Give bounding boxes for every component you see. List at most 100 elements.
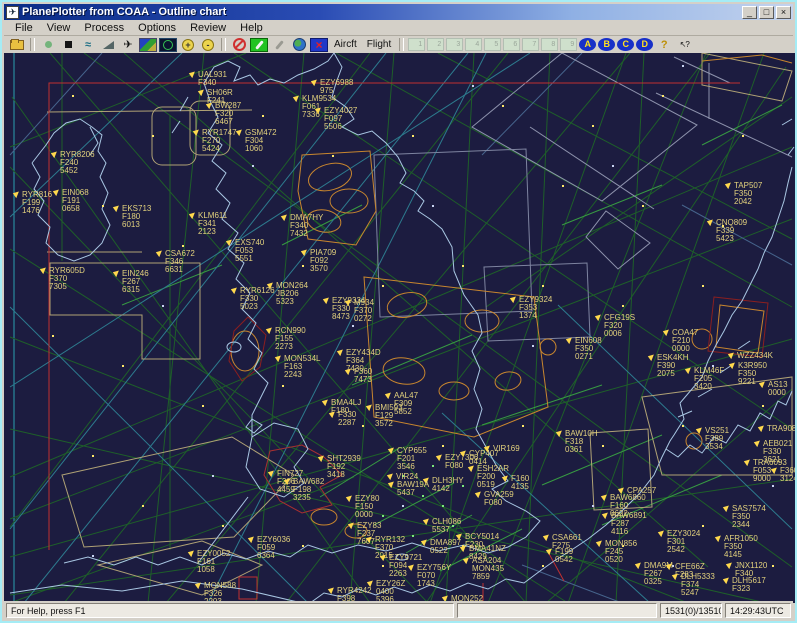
menu-process[interactable]: Process — [77, 21, 131, 35]
aircraft-icon[interactable]: ✈ — [119, 38, 137, 52]
aircraft-label[interactable]: EZY9324F3531374 — [519, 296, 552, 320]
aircraft-label[interactable]: PIA709F0923570 — [310, 249, 336, 273]
aircraft-label[interactable]: UAL931F340 — [198, 71, 227, 87]
preset-b-button[interactable]: B — [598, 38, 615, 51]
aircraft-label[interactable]: F3603124 — [780, 467, 797, 483]
aircraft-label[interactable]: RYR1747F2705424 — [202, 129, 237, 153]
preset-a-button[interactable]: A — [579, 38, 596, 51]
aircraft-label[interactable]: KLM46FF2053420 — [694, 367, 724, 391]
aircraft-label[interactable]: BMI593F1293572 — [375, 404, 403, 428]
context-help-icon[interactable]: ↖? — [675, 38, 693, 52]
aircraft-label[interactable]: BW287F3206467 — [215, 102, 241, 126]
waveform-icon[interactable]: ≈ — [79, 38, 97, 52]
stop-square-icon[interactable] — [59, 38, 77, 52]
aircraft-label[interactable]: COA47F2100000 — [672, 329, 698, 353]
aircraft-label[interactable]: EXS740F0535551 — [235, 239, 264, 263]
aircraft-label[interactable]: CLH0865537 — [432, 518, 461, 534]
aircraft-label[interactable]: ESK4KHF3902075 — [657, 354, 689, 378]
aircraft-label[interactable]: F3607473 — [354, 368, 372, 384]
aircraft-label[interactable]: RYR8206F2405452 — [60, 151, 95, 175]
aircraft-label[interactable]: DMA8970522 — [430, 539, 461, 555]
flight-button[interactable]: Flight — [363, 38, 395, 52]
open-folder-icon[interactable] — [8, 38, 26, 52]
aircraft-label[interactable]: EIN068F1910658 — [62, 189, 89, 213]
aircraft-label[interactable]: F3302287 — [338, 411, 356, 427]
aircraft-label[interactable]: RYR6126F3305023 — [240, 287, 275, 311]
aircraft-label[interactable]: MON264JB2065323 — [276, 282, 308, 306]
menu-file[interactable]: File — [8, 21, 40, 35]
minimize-button[interactable]: _ — [742, 6, 757, 19]
aircraft-label[interactable]: DLH5617F323 — [732, 577, 766, 593]
delete-cross-icon[interactable] — [310, 38, 328, 52]
preset-c-button[interactable]: C — [617, 38, 634, 51]
aircraft-label[interactable]: DMA7HYF3407432 — [290, 214, 323, 238]
menu-options[interactable]: Options — [131, 21, 183, 35]
wrench-disabled-icon[interactable] — [270, 38, 288, 52]
aircraft-label[interactable]: F1604135 — [511, 475, 529, 491]
aircraft-label[interactable]: ASA204MON4357859 — [472, 557, 504, 581]
aircraft-label[interactable]: MON588F3262203 — [204, 582, 236, 603]
aircraft-label[interactable]: DLH5333F3745247 — [681, 573, 715, 597]
aircraft-label[interactable]: BAW19A5437 — [397, 481, 429, 497]
close-button[interactable]: × — [776, 6, 791, 19]
restore-button[interactable]: □ — [759, 6, 774, 19]
aircraft-label[interactable]: AFR1050F3504145 — [724, 535, 758, 559]
globe-icon[interactable] — [290, 38, 308, 52]
zoom-in-circle-icon[interactable] — [179, 38, 197, 52]
aircraft-label[interactable]: RCN990F1552273 — [275, 327, 306, 351]
aircraft-label[interactable]: BAW6891F2874116 — [611, 512, 647, 536]
aircraft-label[interactable]: EKS713F1806013 — [122, 205, 151, 229]
aircraft-label[interactable]: TAP507F3502042 — [734, 182, 762, 206]
zoom-out-circle-icon[interactable] — [199, 38, 217, 52]
menu-help[interactable]: Help — [233, 21, 270, 35]
aircraft-label[interactable]: EZY3024F3012542 — [667, 530, 700, 554]
aircraft-label[interactable]: EIN246F2676315 — [122, 270, 149, 294]
aircraft-label[interactable]: F1990542 — [555, 548, 573, 564]
aircraft-label[interactable]: RYR816F1991476 — [22, 191, 52, 215]
aircraft-label[interactable]: GSM472F3041060 — [245, 129, 277, 153]
aircraft-label[interactable]: CNQ809F3395423 — [716, 219, 747, 243]
map-chart-icon[interactable] — [139, 38, 157, 52]
aircraft-label[interactable]: M934F3700272 — [354, 299, 374, 323]
aircraft-label[interactable]: SHT2939F1923418 — [327, 455, 361, 479]
radar-display-icon[interactable] — [159, 38, 177, 52]
aircraft-marker-icon — [423, 517, 431, 525]
aircraft-label[interactable]: CYP655F2013546 — [397, 447, 427, 471]
aircraft-label[interactable]: EZY6036F0596364 — [257, 536, 290, 560]
aircraft-label[interactable]: CFG19SF3200006 — [604, 314, 635, 338]
aircraft-label[interactable]: MON856F2450520 — [605, 540, 637, 564]
record-dot-icon[interactable] — [39, 38, 57, 52]
aircraft-label[interactable]: TRA908 — [767, 425, 796, 433]
aircraft-label[interactable]: AS130000 — [768, 381, 788, 397]
aircraft-label[interactable]: WZZ434K — [737, 352, 773, 360]
aircraft-label[interactable]: EIN608F3500271 — [575, 337, 602, 361]
aircraft-label[interactable]: CSA672F3466631 — [165, 250, 195, 274]
aircraft-label[interactable]: GVA259F080 — [484, 491, 514, 507]
prohibit-icon[interactable] — [230, 38, 248, 52]
aircraft-label[interactable]: DLH3HY4142 — [432, 477, 464, 493]
aircraft-label[interactable]: KLM611F3412123 — [198, 212, 227, 236]
aircraft-label[interactable]: EZY4027F0975506 — [324, 107, 357, 131]
aircraft-label[interactable]: JNX1120F340 — [735, 562, 767, 578]
aircraft-label[interactable]: BAW10HF3180361 — [565, 430, 598, 454]
aircraft-label[interactable]: EZY26Z04005396 — [376, 580, 405, 603]
aircraft-label[interactable]: EZY80F1500000 — [355, 495, 379, 519]
map-area[interactable]: UAL931F340SH06RF241BW287F3206467RYR1747F… — [4, 53, 797, 603]
aircraft-label[interactable]: EZY0052F1611058 — [197, 550, 230, 574]
aircraft-label[interactable]: RYR605DF3707305 — [49, 267, 85, 291]
aircraft-label[interactable]: SAS7574F3502344 — [732, 505, 766, 529]
ramp-icon[interactable] — [99, 38, 117, 52]
aircraft-label[interactable]: BAW682F1983235 — [293, 478, 324, 502]
aircraft-label[interactable]: VIR169 — [493, 445, 520, 453]
aircraft-label[interactable]: VS251F3893534 — [705, 427, 729, 451]
menu-review[interactable]: Review — [183, 21, 233, 35]
aircraft-label[interactable]: EZY756YF0701743 — [417, 564, 451, 588]
aircft-button[interactable]: Aircft — [330, 38, 361, 52]
aircraft-label[interactable]: EZY6988975 — [320, 79, 353, 95]
menu-view[interactable]: View — [40, 21, 78, 35]
wrench-active-icon[interactable] — [250, 38, 268, 52]
aircraft-label[interactable]: VIR24 — [396, 473, 418, 481]
aircraft-label[interactable]: MON534LF1632243 — [284, 355, 320, 379]
help-question-icon[interactable]: ? — [655, 38, 673, 52]
preset-d-button[interactable]: D — [636, 38, 653, 51]
